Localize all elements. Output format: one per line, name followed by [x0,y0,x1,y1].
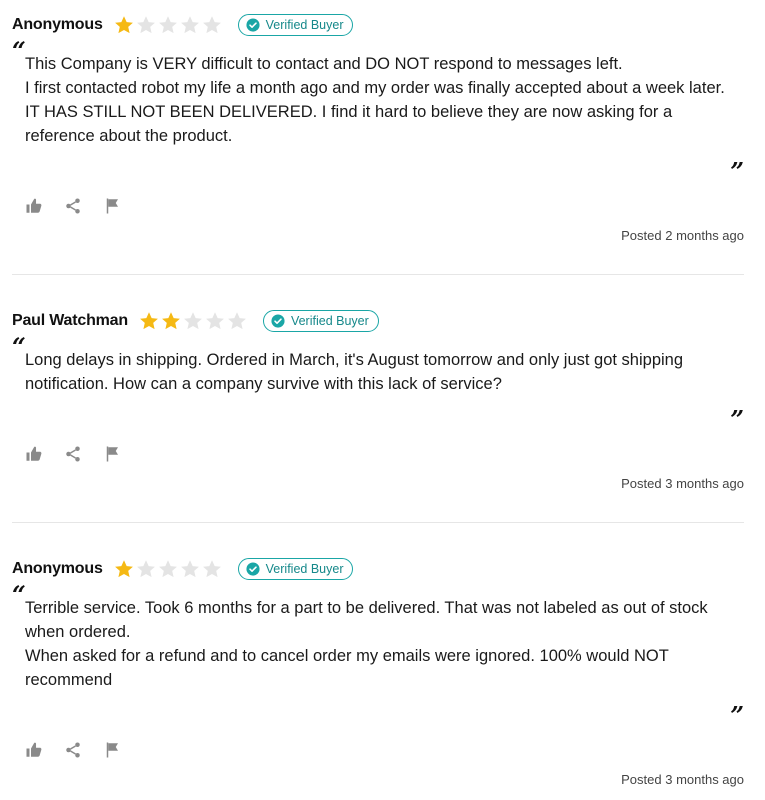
star-icon [136,560,155,578]
star-icon [162,312,180,330]
star-icon [202,16,221,34]
review-actions [25,741,142,759]
review-text: This Company is VERY difficult to contac… [25,52,735,148]
share-icon[interactable] [64,445,82,463]
star-icon [180,560,199,578]
share-icon[interactable] [64,741,82,759]
review-actions [25,445,142,463]
open-quote-icon: “ [12,36,26,65]
thumbs-up-icon[interactable] [25,741,43,759]
verified-buyer-badge: Verified Buyer [237,14,354,36]
review-divider [12,522,744,523]
reviewer-name: Anonymous [12,560,103,577]
reviews-list: Anonymous Verified Buyer “This Company is … [0,0,765,800]
check-circle-icon [246,562,260,576]
reviewer-name: Paul Watchman [12,312,128,329]
star-icon [158,560,177,578]
posted-timestamp: Posted 3 months ago [621,476,744,491]
check-circle-icon [246,18,260,32]
review-divider [12,274,744,275]
close-quote-icon: ” [730,157,744,186]
flag-icon[interactable] [103,741,121,759]
review-card: Paul Watchman Verified Buyer “Long delays … [12,308,744,496]
star-icon [206,312,224,330]
review-header: Anonymous Verified Buyer [12,556,744,582]
posted-timestamp: Posted 2 months ago [621,228,744,243]
star-icon [202,560,221,578]
verified-badge-label: Verified Buyer [265,562,344,576]
review-paragraph: Long delays in shipping. Ordered in Marc… [25,351,684,393]
posted-timestamp: Posted 3 months ago [621,772,744,787]
star-rating [113,558,223,580]
review-paragraph: When asked for a refund and to cancel or… [25,647,669,689]
star-icon [114,560,133,578]
review-paragraph: I first contacted robot my life a month … [25,79,725,145]
flag-icon[interactable] [103,445,121,463]
verified-buyer-badge: Verified Buyer [262,310,379,332]
thumbs-up-icon[interactable] [25,197,43,215]
star-icon [136,16,155,34]
verified-badge-label: Verified Buyer [265,18,344,32]
review-card: Anonymous Verified Buyer “This Company is … [12,12,744,248]
review-header: Anonymous Verified Buyer [12,12,744,38]
review-card: Anonymous Verified Buyer “Terrible service… [12,556,744,792]
close-quote-icon: ” [730,405,744,434]
review-actions [25,197,142,215]
review-text: Terrible service. Took 6 months for a pa… [25,596,735,692]
open-quote-icon: “ [12,332,26,361]
verified-badge-label: Verified Buyer [290,314,369,328]
review-paragraph: Terrible service. Took 6 months for a pa… [25,599,708,641]
share-icon[interactable] [64,197,82,215]
close-quote-icon: ” [730,701,744,730]
reviewer-name: Anonymous [12,16,103,33]
check-circle-icon [271,314,285,328]
star-icon [228,312,246,330]
review-text: Long delays in shipping. Ordered in Marc… [25,348,735,396]
star-icon [184,312,202,330]
review-header: Paul Watchman Verified Buyer [12,308,744,334]
star-icon [180,16,199,34]
thumbs-up-icon[interactable] [25,445,43,463]
review-paragraph: This Company is VERY difficult to contac… [25,55,623,73]
open-quote-icon: “ [12,580,26,609]
star-icon [114,16,133,34]
verified-buyer-badge: Verified Buyer [237,558,354,580]
star-rating [138,310,248,332]
star-rating [113,14,223,36]
star-icon [158,16,177,34]
star-icon [140,312,158,330]
flag-icon[interactable] [103,197,121,215]
